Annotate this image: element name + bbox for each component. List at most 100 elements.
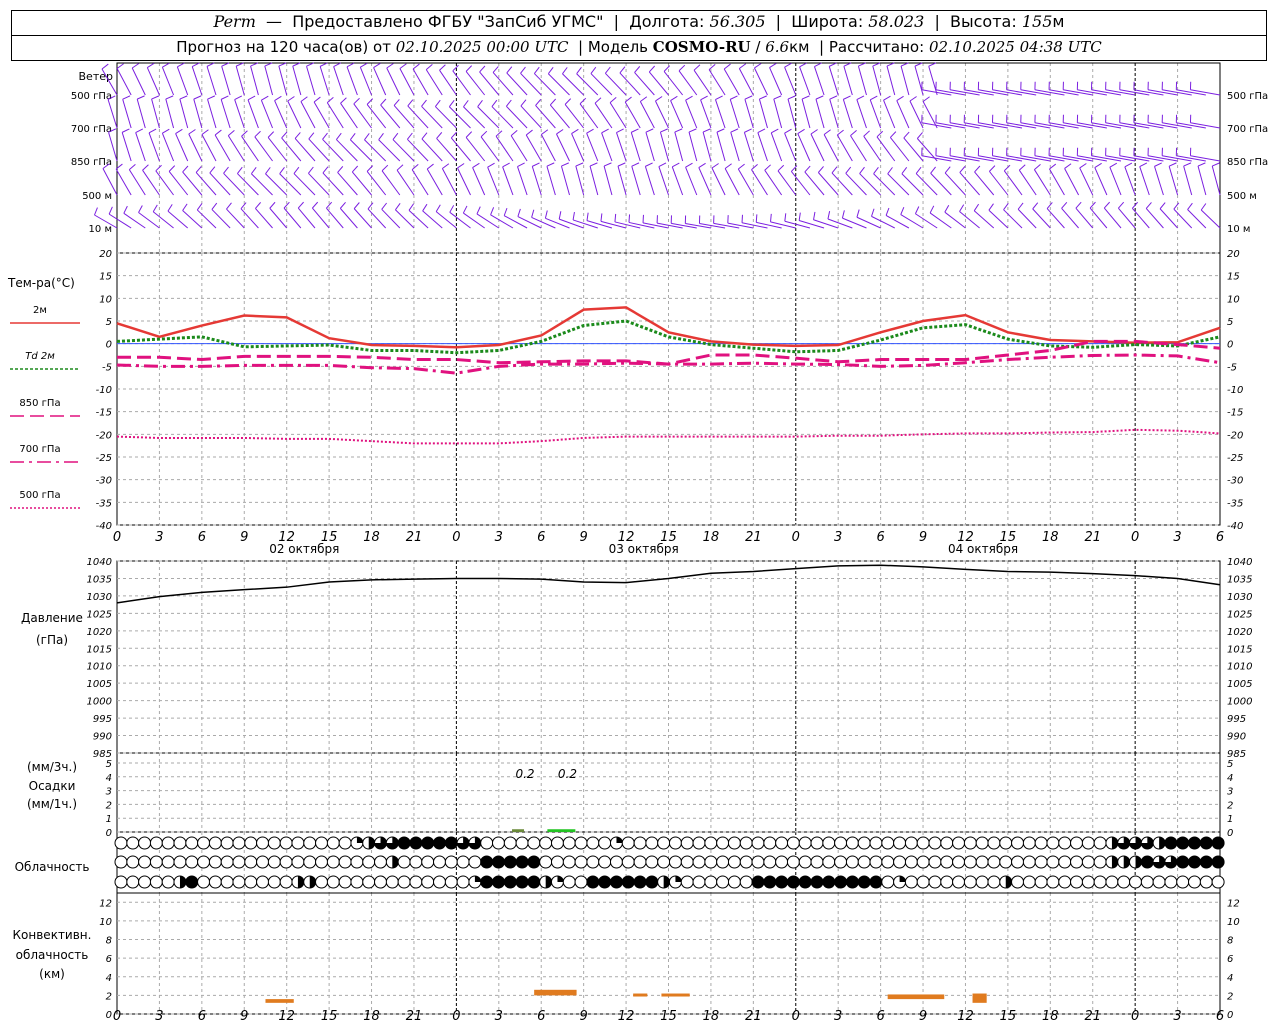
- pressure-ytick-right: 990: [1227, 732, 1246, 743]
- wind-barb: [1048, 155, 1079, 162]
- cloud-circle: [751, 855, 765, 869]
- wind-barb: [226, 208, 245, 229]
- wind-barb: [1168, 166, 1179, 196]
- temp-xtick: 18: [363, 530, 380, 545]
- wind-barb-flag: [94, 207, 98, 216]
- wind-barb-flag: [628, 214, 631, 223]
- wind-barb: [1075, 207, 1094, 229]
- cloud-circle: [267, 836, 281, 850]
- cloud-circle: [928, 836, 942, 850]
- cloud-fill: [1200, 837, 1213, 849]
- wind-barb-flag: [297, 201, 304, 209]
- wind-barb: [472, 167, 486, 196]
- wind-barb: [784, 66, 797, 96]
- wind-barb: [723, 68, 740, 96]
- wind-barb-flag: [463, 100, 469, 108]
- wind-barb-flag: [128, 164, 136, 170]
- wind-barb: [978, 122, 1008, 129]
- wind-barb-flag: [723, 63, 731, 70]
- cloud-circle: [279, 875, 293, 889]
- wind-barb-flag: [738, 163, 745, 170]
- wind-barb: [764, 169, 783, 196]
- temp-xtick: 0: [792, 530, 800, 545]
- cloud-circle: [197, 836, 211, 850]
- wind-barb: [624, 101, 641, 129]
- wind-barb-flag: [300, 96, 308, 102]
- wind-barb-flag: [645, 128, 654, 133]
- temp-ytick-right: -20: [1227, 430, 1243, 441]
- wind-barb: [545, 217, 570, 229]
- wind-barb-flag: [900, 207, 905, 215]
- temp-ytick: -35: [96, 498, 112, 509]
- wind-barb-flag: [617, 162, 626, 167]
- wind-barb-flag: [594, 97, 602, 104]
- cloud-circle: [574, 875, 588, 889]
- wind-barb-flag: [209, 166, 216, 174]
- cloud-fill: [480, 856, 493, 868]
- wind-barb-flag: [600, 213, 603, 222]
- cloud-circle: [232, 855, 246, 869]
- panel-frame: [116, 62, 1221, 254]
- cloud-fill: [616, 837, 623, 843]
- wind-barb-flag: [579, 97, 587, 105]
- cloud-fill: [1159, 837, 1166, 849]
- wind-barb: [738, 68, 754, 96]
- wind-barb-flag: [393, 99, 400, 106]
- conv-xtick: 9: [580, 1009, 588, 1024]
- wind-barb: [411, 169, 429, 196]
- cloud-fill: [1005, 876, 1012, 888]
- wind-barb-flag: [267, 131, 275, 138]
- pressure-ytick: 1000: [87, 697, 112, 708]
- wind-barb: [655, 100, 669, 129]
- wind-barb-flag: [336, 132, 342, 140]
- cloud-fill: [492, 856, 505, 868]
- cloud-fill: [516, 856, 529, 868]
- cloud-circle: [338, 875, 352, 889]
- wind-barb-flag: [754, 63, 762, 69]
- wind-barb-flag: [799, 62, 807, 68]
- temp-xtick: 21: [745, 530, 762, 545]
- wind-barb-flag: [476, 206, 481, 215]
- wind-barb-flag: [381, 164, 389, 172]
- temp-legend-label: Td 2м: [25, 351, 55, 362]
- cloud-ylabel: Облачность: [15, 860, 90, 874]
- wind-barb-flag: [640, 96, 648, 102]
- cloud-circle: [256, 836, 270, 850]
- cloud-fill: [846, 876, 859, 888]
- conv-xtick: 15: [1000, 1009, 1017, 1024]
- cloud-circle: [279, 855, 293, 869]
- wind-barb: [730, 132, 740, 162]
- cloud-circle: [857, 855, 871, 869]
- wind-barb-flag: [311, 201, 319, 209]
- wind-barb: [700, 99, 712, 129]
- cloud-circle: [374, 855, 388, 869]
- wind-barb-flag: [532, 162, 540, 167]
- wind-barb-flag: [823, 129, 831, 135]
- cloud-circle: [138, 836, 152, 850]
- cloud-circle: [562, 836, 576, 850]
- cloud-circle: [940, 875, 954, 889]
- wind-barb: [614, 221, 641, 229]
- wind-barb: [1117, 207, 1136, 229]
- wind-barb: [863, 135, 882, 162]
- wind-barb-flag: [520, 99, 527, 107]
- cloud-circle: [692, 836, 706, 850]
- cloud-circle: [126, 875, 140, 889]
- wind-barb-flag: [308, 166, 314, 174]
- cloud-circle: [916, 855, 930, 869]
- wind-barb: [571, 133, 585, 162]
- wind-barb: [247, 99, 259, 129]
- wind-barb-flag: [1075, 201, 1082, 209]
- wind-barb-flag: [155, 164, 162, 172]
- wind-barb-flag: [247, 95, 256, 101]
- conv-xtick: 0: [792, 1009, 800, 1024]
- wind-barb: [300, 101, 316, 129]
- conv-xtick: 0: [113, 1009, 121, 1024]
- temp-ytick-right: 15: [1227, 272, 1240, 283]
- cloud-fill: [392, 856, 399, 868]
- wind-barb-flag: [465, 131, 473, 138]
- wind-barb: [531, 166, 542, 196]
- wind-barb: [713, 222, 740, 229]
- wind-barb: [724, 168, 740, 196]
- cloud-circle: [197, 875, 211, 889]
